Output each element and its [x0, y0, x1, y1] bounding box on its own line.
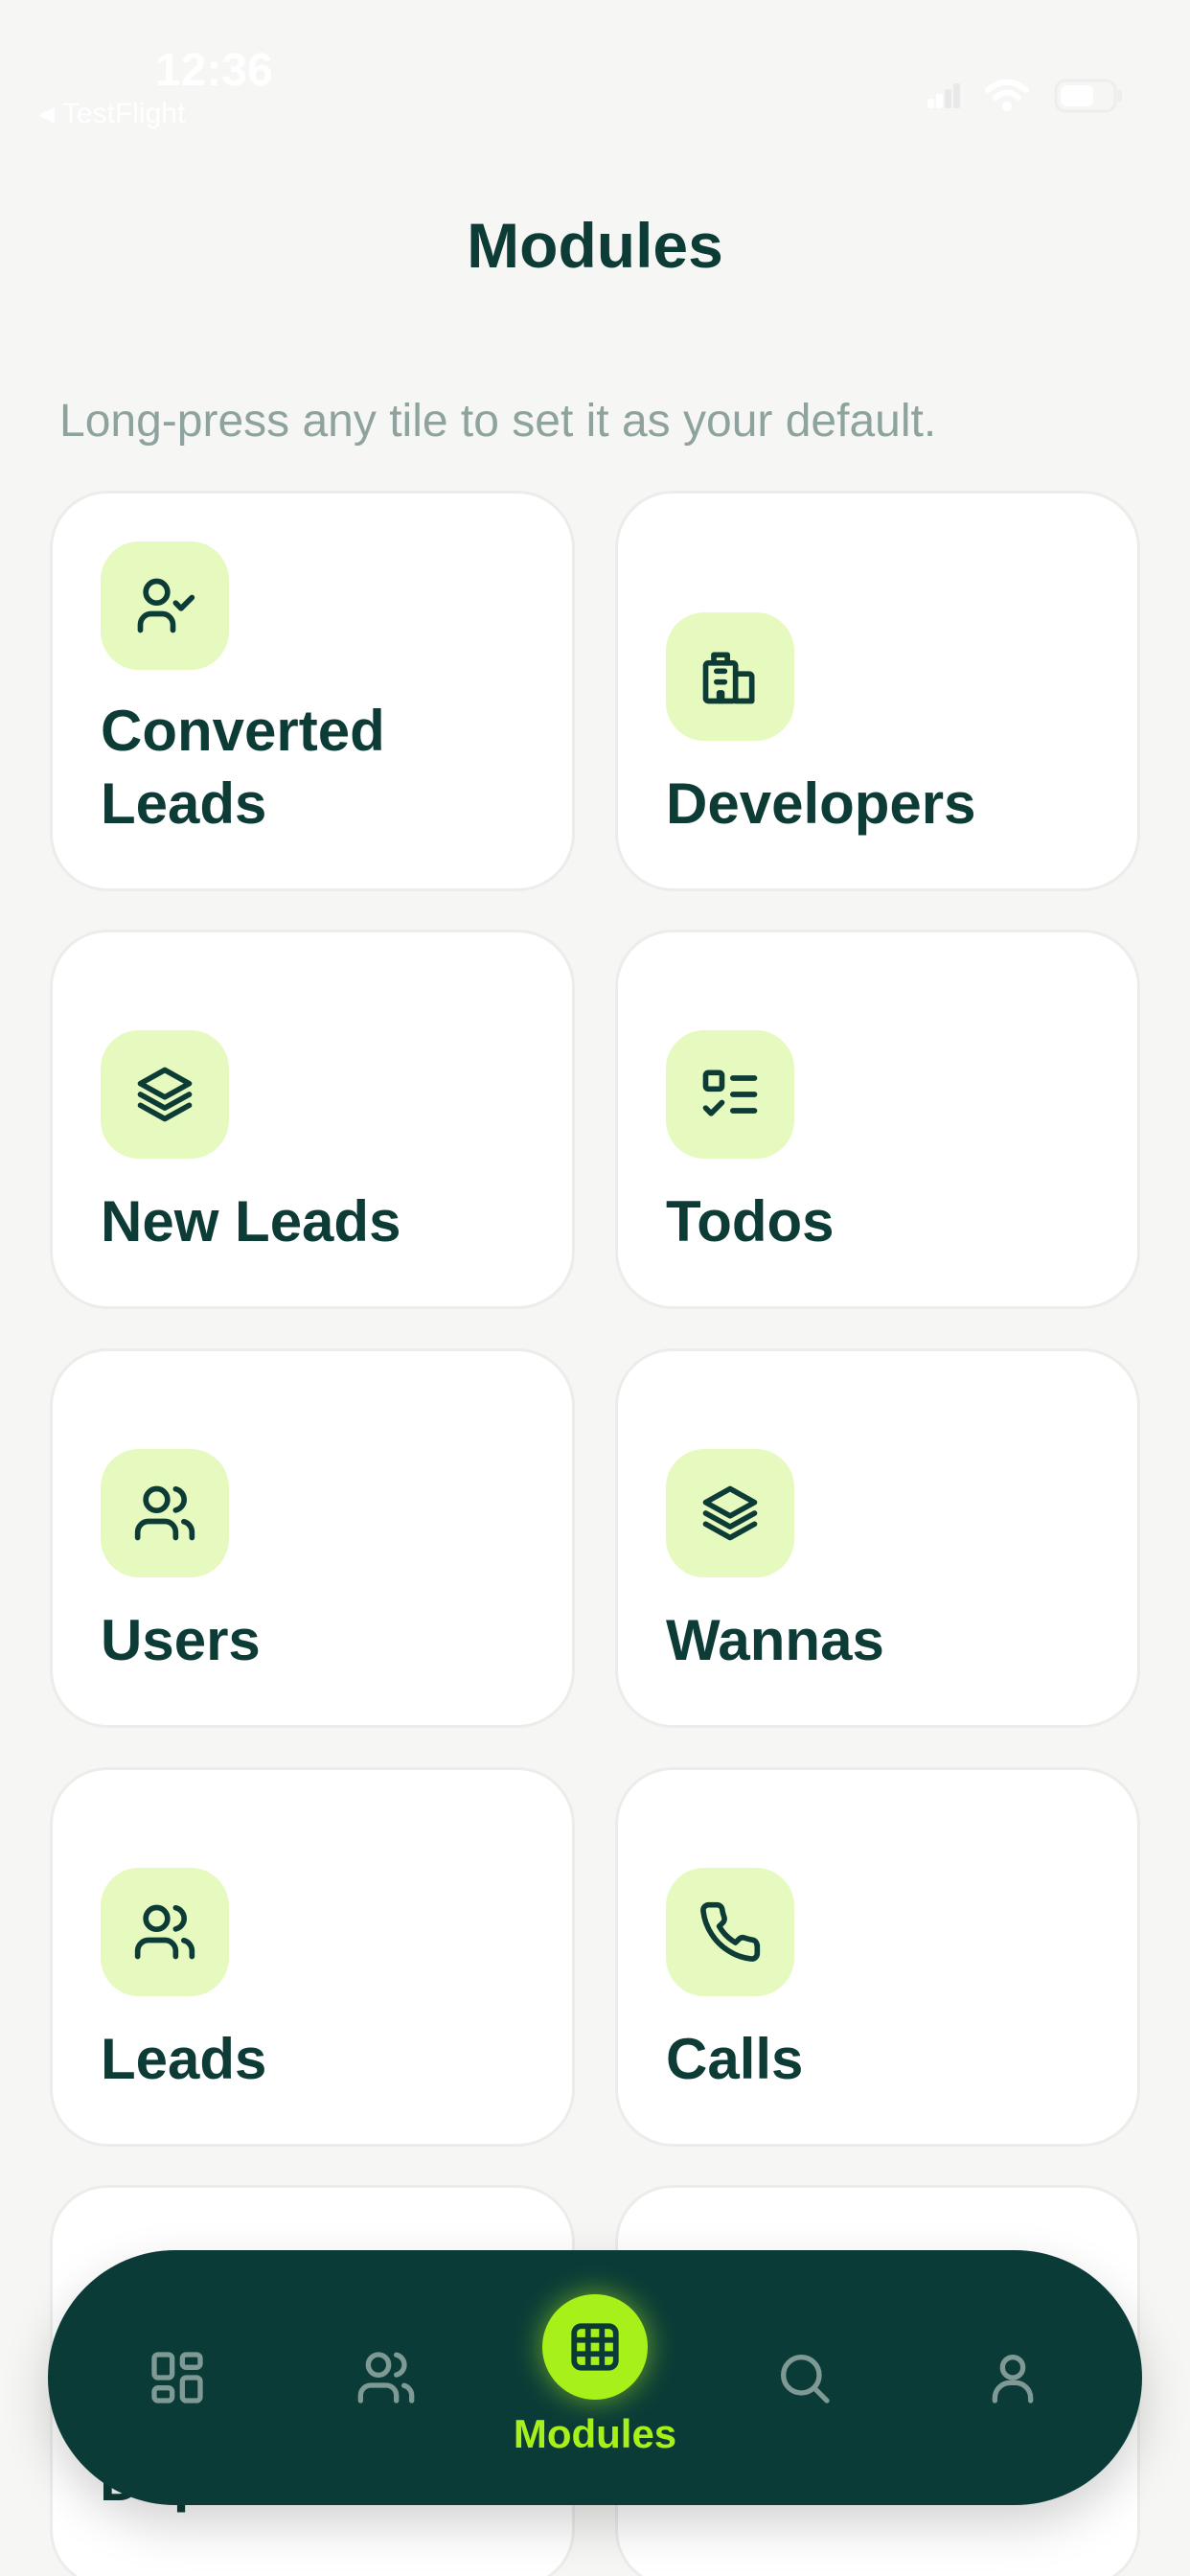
tile-users[interactable]: Users: [50, 1348, 575, 1728]
tile-converted-leads[interactable]: Converted Leads: [50, 491, 575, 891]
back-to-app-link[interactable]: ◀ TestFlight: [38, 98, 185, 130]
signal-icon: [927, 83, 960, 108]
layers-icon: [101, 1030, 229, 1159]
tile-calls[interactable]: Calls: [615, 1767, 1140, 2147]
back-app-label: TestFlight: [61, 98, 186, 129]
battery-icon: [1054, 79, 1122, 113]
users-icon: [101, 1868, 229, 1996]
tile-label: Calls: [666, 2027, 804, 2091]
layers-icon: [666, 1449, 794, 1577]
tile-todos[interactable]: Todos: [615, 930, 1140, 1309]
status-time: 12:36: [155, 45, 273, 96]
nav-modules-button[interactable]: [542, 2294, 648, 2400]
tile-label: Wannas: [666, 1608, 884, 1672]
tile-developers[interactable]: Developers: [615, 491, 1140, 891]
tile-new-leads[interactable]: New Leads: [50, 930, 575, 1309]
users-icon: [357, 2352, 415, 2404]
user-check-icon: [101, 541, 229, 670]
tile-label: Leads: [101, 2027, 267, 2091]
search-icon: [781, 2355, 830, 2404]
bottom-nav: Modules: [48, 2250, 1142, 2505]
status-bar: 12:36 ◀ TestFlight: [0, 0, 1190, 144]
tile-label: Todos: [666, 1189, 835, 1254]
dashboard-icon: [151, 2352, 203, 2404]
tile-leads[interactable]: Leads: [50, 1767, 575, 2147]
hint-text: Long-press any tile to set it as your de…: [59, 396, 937, 447]
nav-dashboard[interactable]: [105, 2250, 249, 2505]
status-icons: [927, 79, 1123, 113]
tile-wannas[interactable]: Wannas: [615, 1348, 1140, 1728]
phone-icon: [666, 1868, 794, 1996]
grid-icon: [571, 2323, 619, 2371]
tile-label: Converted Leads: [101, 699, 385, 836]
tile-label: Developers: [666, 771, 976, 836]
nav-profile[interactable]: [941, 2250, 1085, 2505]
wifi-icon: [985, 80, 1029, 111]
tile-label: Users: [101, 1608, 261, 1672]
back-arrow-icon: ◀: [38, 102, 55, 126]
tile-label: New Leads: [101, 1189, 401, 1254]
user-icon: [992, 2355, 1034, 2404]
building-icon: [666, 612, 794, 741]
nav-contacts[interactable]: [314, 2250, 458, 2505]
page-title: Modules: [467, 210, 723, 281]
nav-search[interactable]: [732, 2250, 876, 2505]
users-icon: [101, 1449, 229, 1577]
checklist-icon: [666, 1030, 794, 1159]
